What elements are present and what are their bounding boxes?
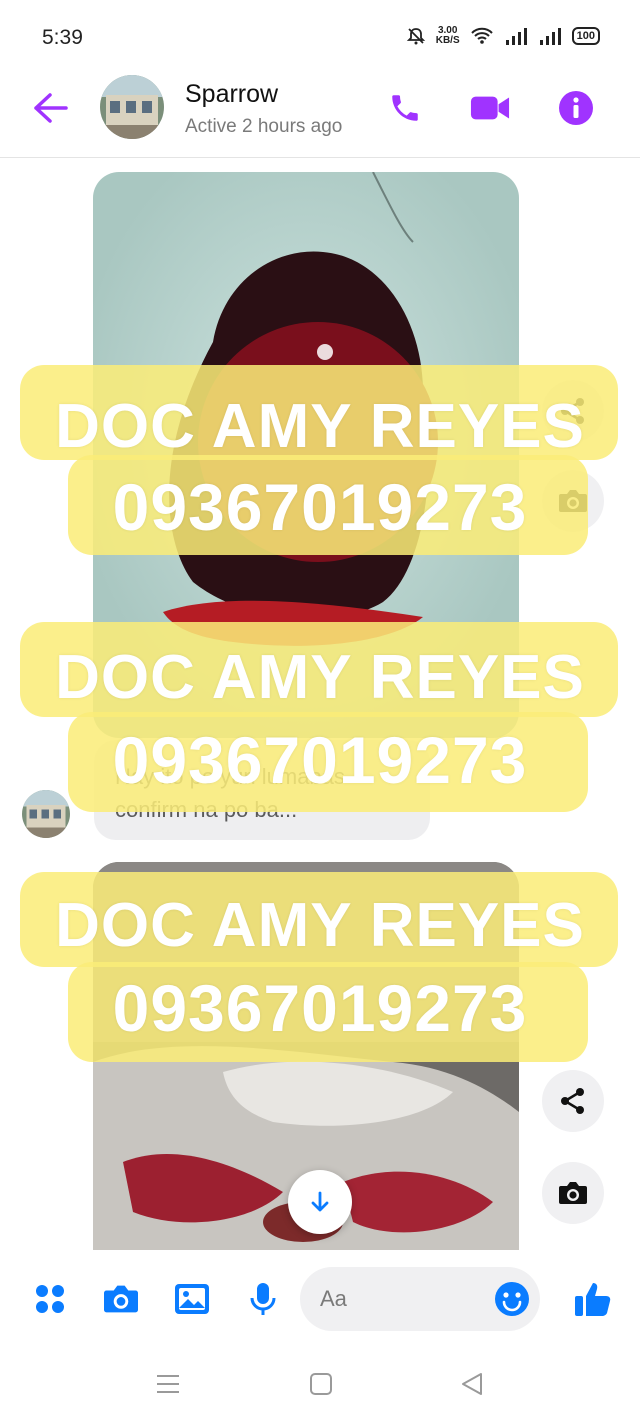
avatar[interactable] (100, 75, 164, 139)
watermark-name: DOC AMY REYES (55, 891, 585, 960)
contact-name[interactable]: Sparrow (185, 80, 278, 109)
watermark-3: DOC AMY REYES 09367019273 (20, 872, 620, 1062)
menu-lines-icon (157, 1375, 179, 1393)
share-icon (561, 1088, 584, 1114)
network-speed: 3.00 KB/S (435, 25, 460, 46)
thumbs-up-icon (575, 1283, 611, 1316)
back-triangle-icon (462, 1373, 482, 1395)
info-icon (559, 91, 593, 125)
share-button-2[interactable] (542, 1070, 604, 1132)
video-call-button[interactable] (470, 88, 510, 128)
watermark-name: DOC AMY REYES (55, 643, 585, 712)
emoji-icon (495, 1282, 529, 1316)
back-nav-button[interactable] (459, 1371, 485, 1402)
signal-icon (505, 28, 527, 45)
emoji-button[interactable] (491, 1278, 533, 1320)
menu-dots-icon (36, 1285, 64, 1313)
home-button[interactable] (309, 1372, 333, 1401)
watermark-phone: 09367019273 (112, 470, 528, 544)
watermark-1: DOC AMY REYES 09367019273 (20, 365, 620, 555)
avatar-image (100, 75, 164, 139)
signal-icon-2 (539, 28, 561, 45)
voice-button[interactable] (242, 1278, 284, 1320)
call-button[interactable] (385, 88, 425, 128)
mic-icon (250, 1283, 276, 1315)
camera-icon (104, 1285, 138, 1313)
phone-icon (392, 95, 418, 121)
camera-icon (559, 1182, 587, 1204)
like-button[interactable] (572, 1278, 614, 1320)
battery-indicator: 100 (571, 27, 600, 45)
status-time: 5:39 (42, 26, 83, 49)
camera-compose-button[interactable] (100, 1278, 142, 1320)
watermark-2: DOC AMY REYES 09367019273 (20, 622, 620, 812)
contact-status: Active 2 hours ago (185, 116, 343, 137)
video-icon (470, 96, 510, 120)
more-actions-button[interactable] (29, 1278, 71, 1320)
wifi-icon (470, 27, 493, 44)
gallery-button[interactable] (171, 1278, 213, 1320)
scroll-to-bottom-button[interactable] (288, 1170, 352, 1234)
image-icon (175, 1284, 209, 1314)
mute-bell-icon (406, 28, 425, 45)
watermark-phone: 09367019273 (112, 971, 528, 1045)
back-button[interactable] (30, 90, 70, 126)
info-button[interactable] (556, 88, 596, 128)
back-arrow-icon (34, 93, 68, 123)
recents-button[interactable] (155, 1373, 181, 1400)
chat-header (0, 62, 640, 158)
arrow-down-icon (311, 1191, 329, 1212)
home-square-icon (310, 1373, 332, 1395)
watermark-name: DOC AMY REYES (55, 392, 585, 461)
camera-button-2[interactable] (542, 1162, 604, 1224)
status-icons: 3.00 KB/S 100 (406, 26, 600, 46)
message-input-placeholder: Aa (320, 1286, 347, 1311)
watermark-phone: 09367019273 (112, 723, 528, 797)
